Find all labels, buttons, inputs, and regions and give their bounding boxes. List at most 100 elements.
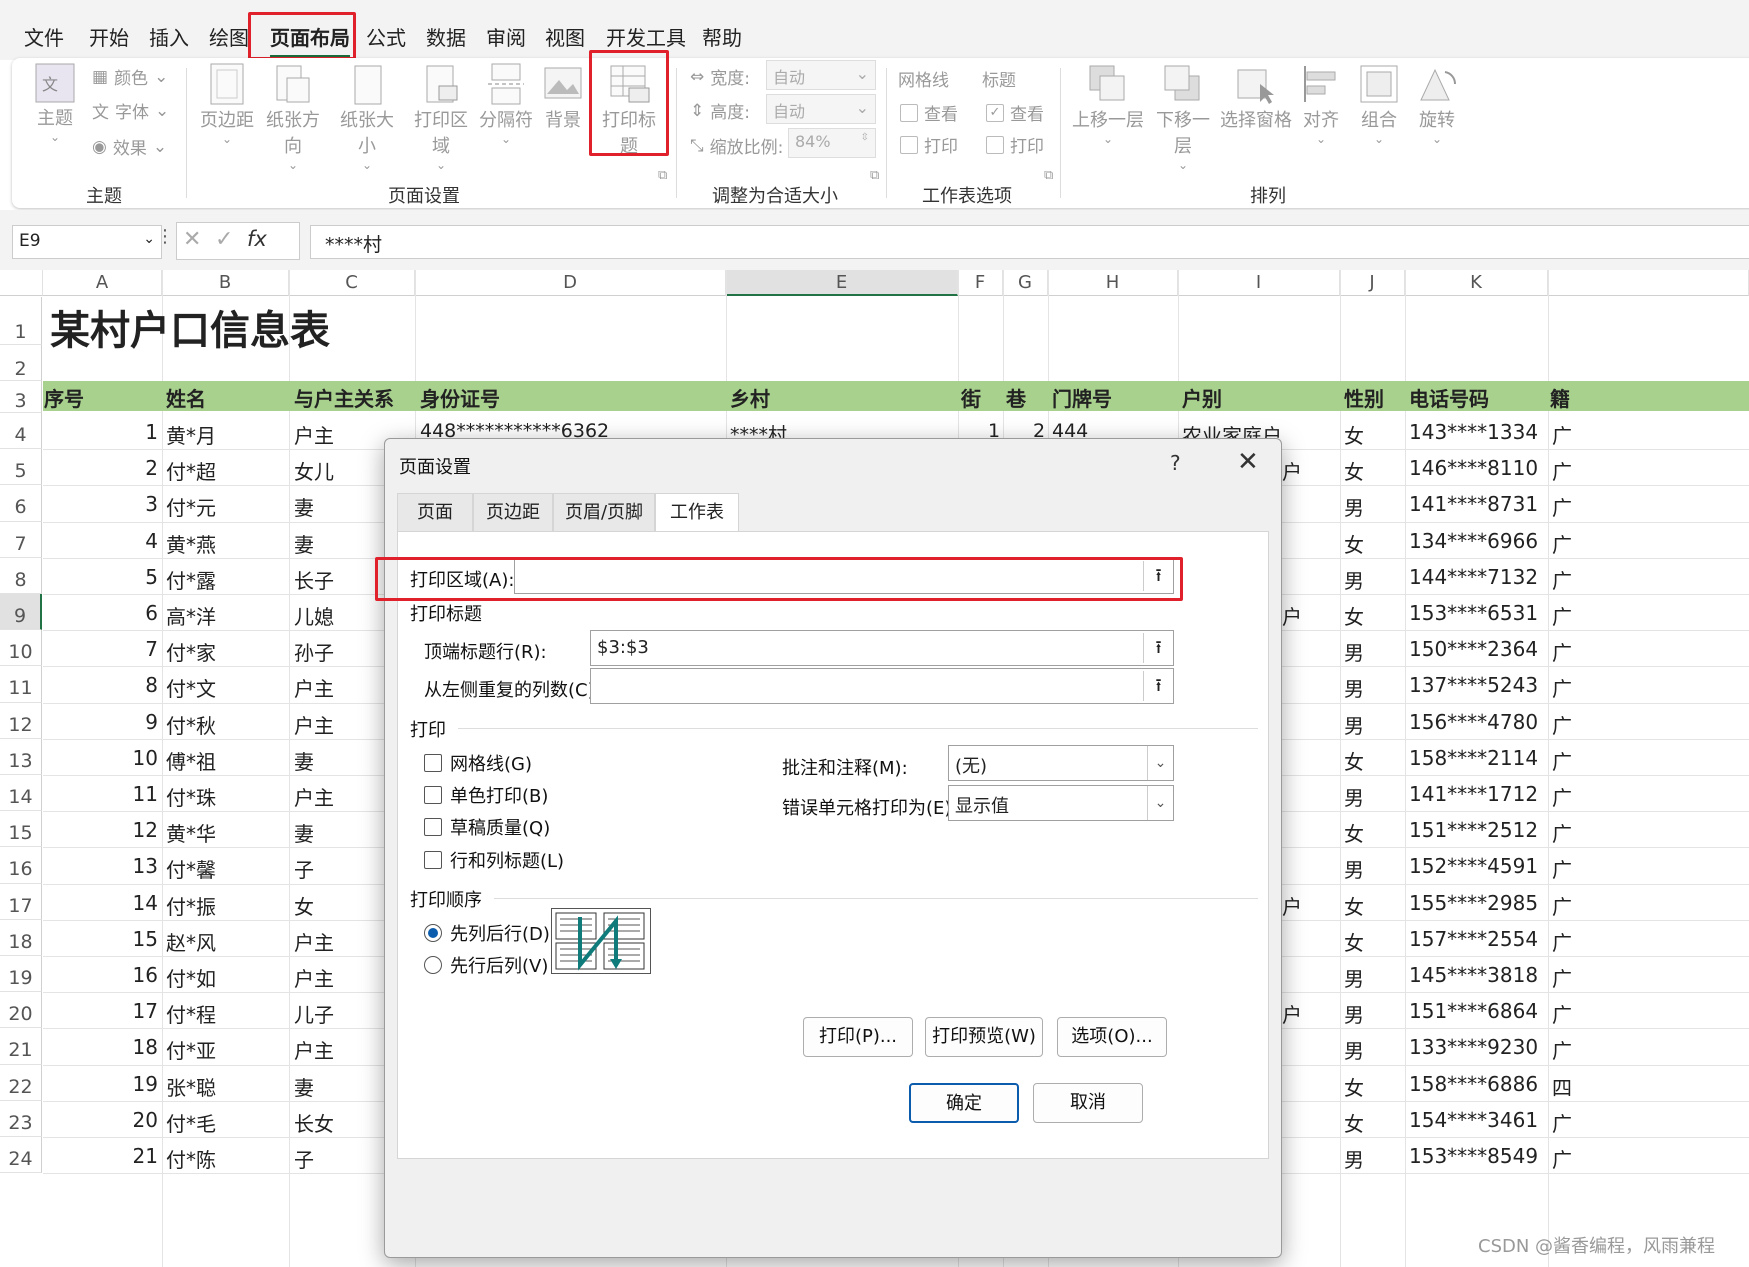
- column-header-C[interactable]: C: [289, 270, 415, 296]
- cell-origin[interactable]: 广: [1552, 601, 1572, 630]
- cell-relation[interactable]: 妻: [294, 818, 314, 847]
- cell-relation[interactable]: 户主: [294, 420, 334, 449]
- row-header[interactable]: 9: [0, 594, 42, 631]
- tab-margins[interactable]: 页边距: [473, 493, 553, 531]
- cell-sex[interactable]: 女: [1344, 1072, 1364, 1101]
- cell-name[interactable]: 付*亚: [166, 1035, 216, 1064]
- cell-relation[interactable]: 户主: [294, 673, 334, 702]
- cell-relation[interactable]: 女: [294, 891, 314, 920]
- cell-origin[interactable]: 广: [1552, 710, 1572, 739]
- header-cell[interactable]: 乡村: [730, 383, 770, 412]
- header-cell[interactable]: 身份证号: [420, 383, 500, 412]
- column-header-L[interactable]: [1548, 270, 1749, 296]
- effects-button[interactable]: ◉ 效果 ⌄: [92, 134, 167, 160]
- cell-index[interactable]: 11: [133, 782, 158, 806]
- cell-phone[interactable]: 144****7132: [1409, 565, 1538, 589]
- cell-phone[interactable]: 143****1334: [1409, 420, 1538, 444]
- cell-sex[interactable]: 男: [1344, 673, 1364, 702]
- cell-origin[interactable]: 广: [1552, 1108, 1572, 1137]
- breaks-button[interactable]: 分隔符 ⌄: [478, 62, 534, 146]
- row-header[interactable]: 15: [0, 811, 42, 848]
- cell-phone[interactable]: 156****4780: [1409, 710, 1538, 734]
- column-header-D[interactable]: D: [415, 270, 726, 296]
- cancel-button[interactable]: 取消: [1033, 1083, 1143, 1123]
- options-button[interactable]: 选项(O)...: [1057, 1017, 1167, 1057]
- cell-name[interactable]: 高*洋: [166, 601, 216, 630]
- menu-draw[interactable]: 绘图: [209, 22, 249, 51]
- menu-view[interactable]: 视图: [545, 22, 585, 51]
- cell-origin[interactable]: 广: [1552, 927, 1572, 956]
- cell-phone[interactable]: 141****8731: [1409, 492, 1538, 516]
- dialog-launcher-icon[interactable]: ⧉: [1044, 168, 1053, 183]
- cell-sex[interactable]: 男: [1344, 565, 1364, 594]
- column-header-F[interactable]: F: [958, 270, 1003, 296]
- scale-spinner[interactable]: 84% ⇳: [788, 128, 876, 158]
- cell-index[interactable]: 12: [133, 818, 158, 842]
- cell-sex[interactable]: 女: [1344, 456, 1364, 485]
- cell-index[interactable]: 3: [145, 492, 158, 516]
- more-icon[interactable]: ⋮: [156, 226, 174, 247]
- row-header[interactable]: 13: [0, 738, 42, 775]
- insert-function-icon[interactable]: fx: [247, 227, 267, 251]
- cell-sex[interactable]: 女: [1344, 601, 1364, 630]
- cell-phone[interactable]: 141****1712: [1409, 782, 1538, 806]
- cell-sex[interactable]: 女: [1344, 891, 1364, 920]
- header-cell[interactable]: 籍: [1550, 383, 1570, 412]
- cell-phone[interactable]: 134****6966: [1409, 529, 1538, 553]
- cell-name[interactable]: 付*陈: [166, 1144, 216, 1173]
- dialog-launcher-icon[interactable]: ⧉: [658, 168, 667, 183]
- cell-origin[interactable]: 广: [1552, 999, 1572, 1028]
- cell-index[interactable]: 18: [133, 1035, 158, 1059]
- cell-name[interactable]: 付*露: [166, 565, 216, 594]
- menu-review[interactable]: 审阅: [486, 22, 526, 51]
- cell-origin[interactable]: 广: [1552, 854, 1572, 883]
- row-header[interactable]: 4: [0, 413, 42, 450]
- cell-phone[interactable]: 158****6886: [1409, 1072, 1538, 1096]
- menu-developer[interactable]: 开发工具: [606, 22, 686, 51]
- column-header-A[interactable]: A: [43, 270, 162, 296]
- row-header[interactable]: 22: [0, 1064, 42, 1101]
- gridlines-print-check[interactable]: 打印: [900, 132, 958, 157]
- row-header[interactable]: 23: [0, 1100, 42, 1137]
- cancel-icon[interactable]: ✕: [183, 227, 201, 252]
- cell-index[interactable]: 7: [145, 637, 158, 661]
- cell-relation[interactable]: 户主: [294, 710, 334, 739]
- size-button[interactable]: 纸张大小 ⌄: [332, 62, 402, 172]
- cell-sex[interactable]: 女: [1344, 818, 1364, 847]
- cell-name[interactable]: 赵*风: [166, 927, 216, 956]
- send-backward-button[interactable]: 下移一层 ⌄: [1148, 62, 1218, 172]
- cell-phone[interactable]: 133****9230: [1409, 1035, 1538, 1059]
- cell-name[interactable]: 黄*华: [166, 818, 216, 847]
- header-cell[interactable]: 姓名: [166, 383, 206, 412]
- down-then-over-radio[interactable]: 先列后行(D): [424, 920, 550, 946]
- cell-relation[interactable]: 妻: [294, 1072, 314, 1101]
- cell-relation[interactable]: 户主: [294, 927, 334, 956]
- menu-help[interactable]: 帮助: [702, 22, 742, 51]
- cell-relation[interactable]: 长女: [294, 1108, 334, 1137]
- column-header-E[interactable]: E: [726, 270, 958, 296]
- cell-sex[interactable]: 男: [1344, 1035, 1364, 1064]
- cell-index[interactable]: 4: [145, 529, 158, 553]
- cell-origin[interactable]: 广: [1552, 746, 1572, 775]
- cell-sex[interactable]: 女: [1344, 529, 1364, 558]
- cell-phone[interactable]: 151****6864: [1409, 999, 1538, 1023]
- cell-sex[interactable]: 男: [1344, 782, 1364, 811]
- column-header-K[interactable]: K: [1405, 270, 1548, 296]
- cell-index[interactable]: 10: [133, 746, 158, 770]
- cell-phone[interactable]: 137****5243: [1409, 673, 1538, 697]
- collapse-dialog-icon[interactable]: ⭱: [1143, 633, 1173, 663]
- cell-name[interactable]: 傅*祖: [166, 746, 216, 775]
- column-header-G[interactable]: G: [1003, 270, 1048, 296]
- cell-origin[interactable]: 广: [1552, 420, 1572, 449]
- bring-forward-button[interactable]: 上移一层 ⌄: [1072, 62, 1144, 146]
- column-header-J[interactable]: J: [1340, 270, 1405, 296]
- selection-pane-button[interactable]: 选择窗格: [1220, 62, 1292, 132]
- margins-button[interactable]: 页边距 ⌄: [200, 62, 254, 146]
- cell-origin[interactable]: 广: [1552, 492, 1572, 521]
- select-all-corner[interactable]: [0, 270, 43, 296]
- header-cell[interactable]: 性别: [1344, 383, 1384, 412]
- cell-index[interactable]: 6: [145, 601, 158, 625]
- headings-print-check[interactable]: 打印: [986, 132, 1044, 157]
- header-cell[interactable]: 与户主关系: [294, 383, 394, 412]
- cell-relation[interactable]: 妻: [294, 529, 314, 558]
